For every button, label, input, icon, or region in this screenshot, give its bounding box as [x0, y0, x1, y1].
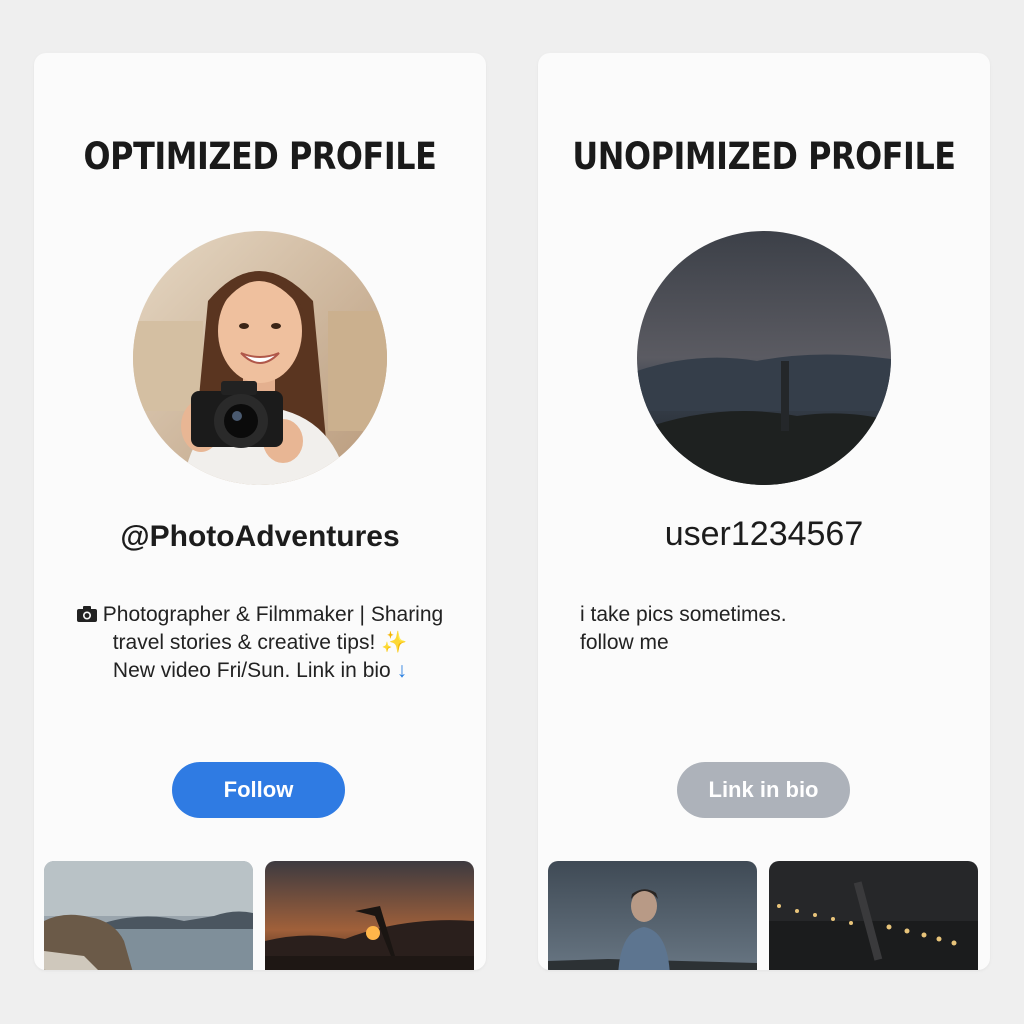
profile-bio: i take pics sometimes. follow me: [580, 601, 960, 657]
camera-icon: [76, 601, 97, 629]
optimized-profile-title: OPTIMIZED PROFILE: [83, 135, 437, 178]
avatar-photo-dark-landscape: [637, 231, 891, 485]
unoptimized-profile-title: UNOPIMIZED PROFILE: [572, 135, 956, 178]
night-lights-photo: [769, 861, 978, 970]
optimized-profile-card: OPTIMIZED PROFILE @PhotoAdventures Photo…: [34, 53, 486, 970]
unoptimized-profile-card: UNOPIMIZED PROFILE user1234567 i take pi…: [538, 53, 990, 970]
post-thumbnail-night-lights[interactable]: [769, 861, 978, 970]
sunset-photo: [265, 861, 474, 970]
bio-line: follow me: [580, 631, 669, 654]
profile-avatar[interactable]: [637, 231, 891, 485]
post-thumbnail-sunset[interactable]: [265, 861, 474, 970]
coastline-photo: [44, 861, 253, 970]
bio-line: travel stories & creative tips! ✨: [112, 631, 408, 654]
bio-line: i take pics sometimes.: [580, 603, 787, 626]
profile-bio: Photographer & Filmmaker | Sharing trave…: [34, 601, 486, 685]
arrow-down-icon: ↓: [396, 659, 408, 682]
portrait-photo: [548, 861, 757, 970]
avatar-photo-woman-with-camera: [133, 231, 387, 485]
sparkles-icon: ✨: [381, 631, 408, 654]
post-thumbnail-portrait[interactable]: [548, 861, 757, 970]
post-thumbnail-coast[interactable]: [44, 861, 253, 970]
profile-avatar[interactable]: [133, 231, 387, 485]
profile-handle: user1234567: [664, 515, 864, 553]
follow-button[interactable]: Follow: [172, 762, 345, 818]
link-in-bio-button[interactable]: Link in bio: [677, 762, 850, 818]
bio-line: New video Fri/Sun. Link in bio ↓: [112, 659, 408, 682]
bio-line: Photographer & Filmmaker | Sharing: [34, 601, 486, 629]
profile-handle: @PhotoAdventures: [120, 520, 400, 553]
